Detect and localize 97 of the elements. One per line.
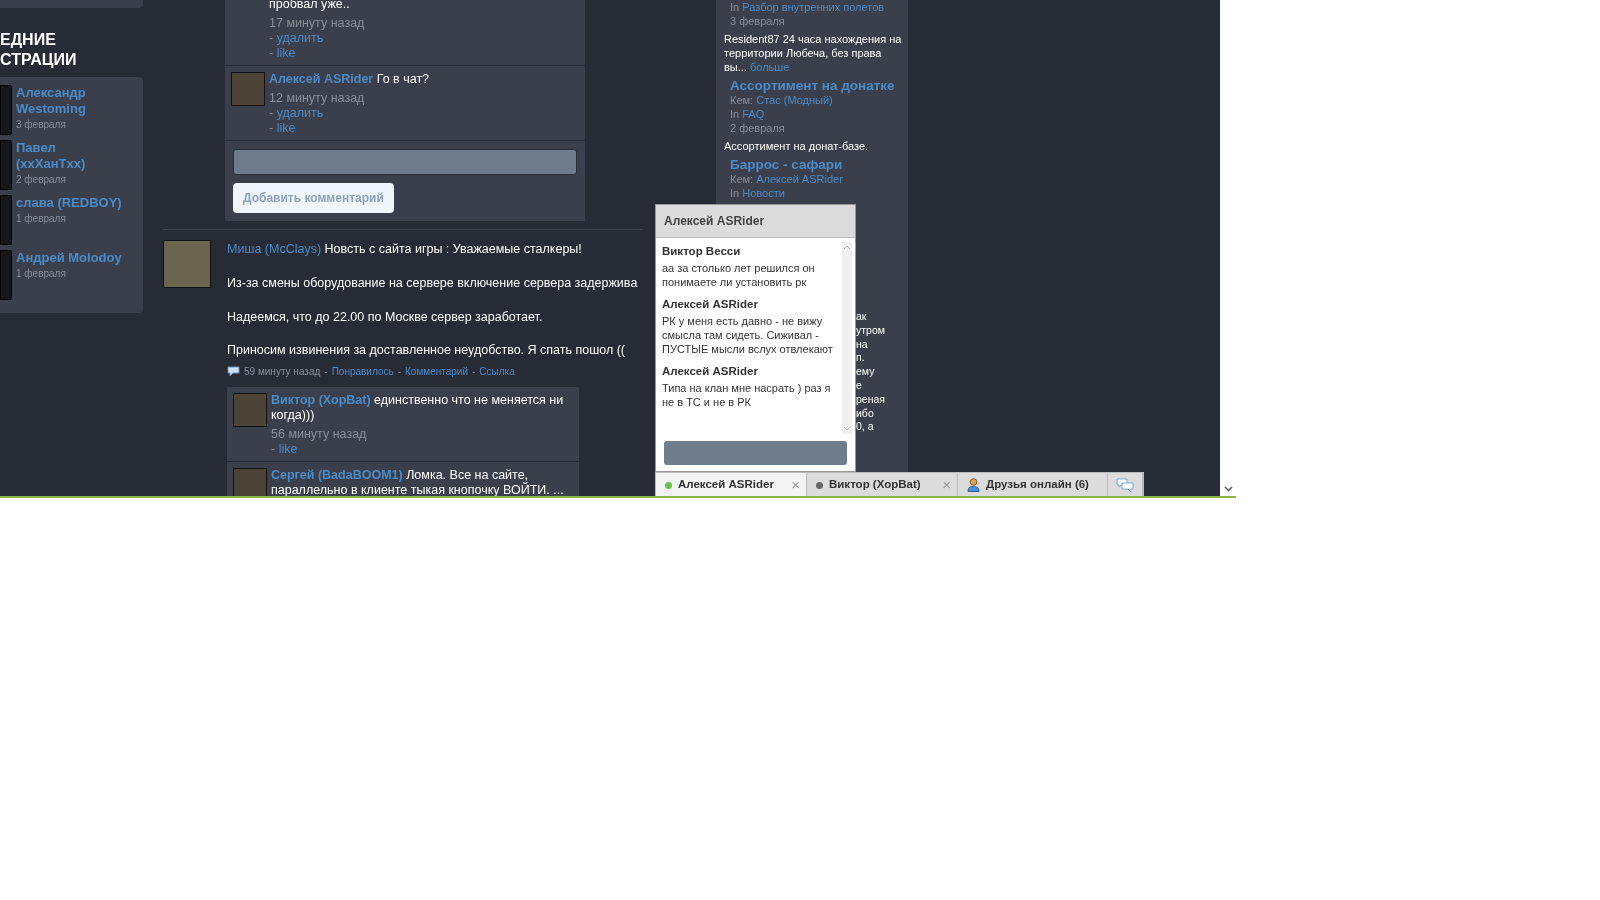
category-link[interactable]: FAQ bbox=[742, 108, 765, 120]
category-link[interactable]: Новости bbox=[742, 187, 785, 199]
author-link[interactable]: Сергей (BadaBOOM1) bbox=[271, 468, 403, 482]
user-link[interactable]: Павел (xxХанТxx) bbox=[16, 140, 122, 172]
timestamp: 17 минуту назад bbox=[269, 16, 366, 31]
dash-text: - bbox=[269, 121, 274, 135]
comment-text: Виктор (ХорBat) единственно что не меняется ни когда))) bbox=[271, 393, 565, 423]
chat-tab[interactable]: Алексей ASRider × bbox=[656, 473, 807, 496]
section-heading: ЕДНИЕ bbox=[0, 30, 57, 50]
date-text: 2 февраля bbox=[730, 121, 786, 135]
excerpt-text: Ассортимент на донат-базе. bbox=[724, 139, 870, 153]
chat-tab[interactable]: Виктор (ХорBat) × bbox=[807, 473, 958, 496]
comment-input[interactable] bbox=[233, 149, 577, 175]
avatar-photo bbox=[163, 240, 211, 288]
post-action-link[interactable]: Понравилось bbox=[331, 364, 394, 379]
action-link[interactable]: удалить bbox=[276, 106, 324, 120]
avatar-photo bbox=[233, 393, 267, 427]
message-text: аа за столько лет решился он понимаете ли установить рк bbox=[662, 261, 816, 289]
avatar-photo bbox=[231, 72, 265, 106]
message-text: РК у меня есть давно - не вижу смысла там сидеть. Сиживал - ПУСТЫЕ мысли вслух отвлекают bbox=[662, 314, 834, 356]
timestamp: 56 минуту назад bbox=[271, 427, 368, 442]
separator-text: - bbox=[472, 365, 476, 379]
scrollbar[interactable] bbox=[1220, 0, 1236, 496]
action-link[interactable]: like bbox=[276, 46, 296, 60]
close-button[interactable]: × bbox=[791, 473, 800, 496]
more-link[interactable]: больше bbox=[750, 61, 790, 73]
date-text: 3 февраля bbox=[730, 14, 786, 28]
author-link[interactable]: Алексей ASRider bbox=[269, 72, 374, 86]
author-link[interactable]: Миша (McClays) bbox=[227, 242, 322, 256]
label-text: Кем: bbox=[730, 94, 754, 106]
message-author: Алексей ASRider bbox=[662, 297, 759, 311]
scroll-down-icon[interactable] bbox=[1223, 486, 1233, 492]
cut-text: реная bbox=[856, 392, 885, 407]
message-author: Виктор Весси bbox=[662, 244, 742, 258]
close-button[interactable]: × bbox=[942, 473, 951, 496]
dash-text: - bbox=[269, 46, 274, 60]
action-link[interactable]: like bbox=[276, 121, 296, 135]
timestamp: 12 минуту назад bbox=[269, 91, 366, 106]
avatar-photo bbox=[0, 195, 12, 245]
cut-text: ибо bbox=[856, 406, 875, 421]
cut-text: ак bbox=[856, 310, 868, 324]
dash-text: - bbox=[271, 442, 276, 456]
comment-text: Сергей (BadaBOOM1) Ломка. Все на сайте, параллельно в клиенте тыкая кнопочку ВОЙТИ. ... bbox=[271, 468, 565, 496]
label-text: In bbox=[730, 1, 740, 13]
post-title: Миша (McClays) Новсть с сайта игры : Уважаемые сталкеры! bbox=[227, 241, 583, 258]
label-text: Кем: bbox=[730, 173, 754, 185]
messages-tab[interactable] bbox=[1108, 473, 1143, 496]
category-link[interactable]: Разбор внутренних полетов bbox=[742, 1, 885, 13]
comment-text: Алексей ASRider Го в чат? bbox=[269, 72, 431, 87]
action-link[interactable]: like bbox=[278, 442, 298, 456]
date-text: 2 февраля bbox=[16, 173, 67, 187]
avatar-photo bbox=[0, 85, 12, 135]
user-link[interactable]: Александр Westoming bbox=[16, 85, 122, 117]
avatar-photo bbox=[0, 250, 12, 300]
date-text: 3 февраля bbox=[16, 118, 67, 132]
post-paragraph: Приносим извинения за доставленное неудобство. Я спать пошол (( bbox=[227, 342, 626, 360]
chat-title: Алексей ASRider bbox=[656, 205, 855, 238]
separator-text: - bbox=[324, 365, 328, 379]
post-action-link[interactable]: Ссылка bbox=[479, 364, 515, 379]
message-author: Алексей ASRider bbox=[662, 364, 759, 378]
speech-bubbles-icon bbox=[1116, 477, 1134, 493]
action-link[interactable]: удалить bbox=[276, 31, 324, 45]
separator-text: - bbox=[397, 365, 401, 379]
person-icon bbox=[967, 478, 980, 492]
comment-bubble-icon bbox=[227, 366, 240, 377]
chat-scrollbar[interactable] bbox=[842, 242, 852, 434]
post-paragraph: Из-за смены оборудование на сервере включение сервера задерживa bbox=[227, 274, 639, 292]
post-action-link[interactable]: Комментарий bbox=[405, 364, 468, 379]
post-paragraph: Надеемся, что до 22.00 по Москве сервер заработает. bbox=[227, 308, 544, 326]
author-link[interactable]: Виктор (ХорBat) bbox=[271, 393, 371, 407]
cut-text: утром bbox=[856, 323, 885, 338]
dash-text: - bbox=[269, 31, 274, 45]
chat-input[interactable] bbox=[664, 441, 847, 465]
cut-text: на bbox=[856, 337, 869, 352]
date-text: 1 февраля bbox=[16, 267, 67, 281]
friends-online-tab[interactable]: Друзья онлайн (6) bbox=[958, 473, 1108, 496]
cut-text: е bbox=[856, 379, 863, 393]
add-comment-button[interactable]: Добавить комментарий bbox=[233, 183, 394, 213]
cut-text: 0, а bbox=[856, 420, 875, 435]
excerpt-text: Resident87 24 часа нахождения на территории Любеча, без права вы... больше bbox=[724, 32, 902, 74]
section-heading: СТРАЦИИ bbox=[0, 50, 78, 70]
user-link[interactable]: Андрей Molodoy bbox=[16, 250, 122, 266]
cut-text: п. bbox=[856, 351, 866, 366]
timestamp: 59 минуту назад bbox=[244, 365, 321, 379]
topic-title-link[interactable]: Баррос - сафари bbox=[730, 158, 902, 172]
dash-text: - bbox=[269, 106, 274, 120]
avatar-photo bbox=[0, 140, 12, 190]
label-text: In bbox=[730, 108, 740, 120]
topic-title-link[interactable]: Ассортимент на донатке bbox=[730, 79, 902, 93]
label-text: In bbox=[730, 187, 740, 199]
message-text: Типа на клан мне насрать ) раз я не в ТС и не в РК bbox=[662, 381, 832, 409]
cut-text: ему bbox=[856, 365, 876, 379]
author-link[interactable]: Алексей ASRider bbox=[756, 173, 843, 185]
avatar-photo bbox=[233, 468, 267, 496]
user-link[interactable]: слава (REDBOY) bbox=[16, 195, 122, 211]
date-text: 1 февраля bbox=[16, 212, 67, 226]
author-link[interactable]: Стас (Модный) bbox=[756, 94, 833, 106]
